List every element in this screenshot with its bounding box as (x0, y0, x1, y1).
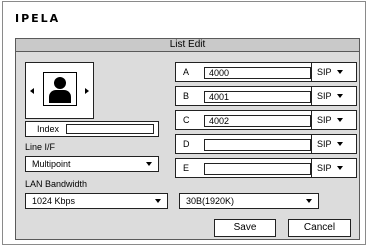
lan-bandwidth-value: 1024 Kbps (32, 196, 76, 206)
entry-number-input[interactable] (204, 139, 311, 151)
chevron-down-icon (336, 94, 343, 98)
person-icon (43, 72, 77, 106)
chevron-down-icon (336, 166, 343, 170)
divider (311, 159, 312, 177)
entry-row-d: D SIP (175, 134, 357, 154)
entry-letter: A (183, 67, 190, 77)
entry-letter: C (183, 115, 190, 125)
divider (311, 87, 312, 105)
resolution-value: 30B(1920K) (186, 196, 235, 206)
line-if-select[interactable]: Multipoint (25, 156, 159, 172)
cancel-button[interactable]: Cancel (288, 219, 351, 237)
entry-number-input[interactable] (204, 163, 311, 175)
divider (311, 135, 312, 153)
protocol-select[interactable]: SIP (317, 138, 343, 150)
window-title: List Edit (15, 38, 360, 52)
chevron-down-icon (146, 162, 152, 166)
entry-row-b: B 4001 SIP (175, 86, 357, 106)
lan-bandwidth-select[interactable]: 1024 Kbps (25, 193, 168, 209)
lan-bandwidth-label: LAN Bandwidth (25, 179, 88, 189)
index-input[interactable] (66, 124, 154, 134)
entry-letter: B (183, 91, 190, 101)
entry-letter: E (183, 163, 190, 173)
line-if-label: Line I/F (25, 142, 56, 152)
resolution-select[interactable]: 30B(1920K) (179, 193, 319, 209)
entry-row-c: C 4002 SIP (175, 110, 357, 130)
entry-letter: D (183, 139, 190, 149)
protocol-select[interactable]: SIP (317, 90, 343, 102)
protocol-select[interactable]: SIP (317, 66, 343, 78)
divider (311, 111, 312, 129)
index-field-group: Index (25, 121, 159, 137)
icon-selector[interactable] (25, 62, 94, 119)
divider (311, 63, 312, 81)
brand-logo: IPELA (15, 12, 61, 25)
entry-number-input[interactable]: 4000 (204, 67, 311, 79)
entry-number-input[interactable]: 4001 (204, 91, 311, 103)
entry-row-e: E SIP (175, 158, 357, 178)
chevron-down-icon (336, 142, 343, 146)
index-label: Index (37, 124, 60, 134)
protocol-select[interactable]: SIP (317, 114, 343, 126)
list-edit-panel: Index Line I/F Multipoint LAN Bandwidth … (15, 52, 360, 240)
save-button[interactable]: Save (214, 219, 276, 237)
protocol-select[interactable]: SIP (317, 162, 343, 174)
entry-row-a: A 4000 SIP (175, 62, 357, 82)
chevron-down-icon (336, 70, 343, 74)
line-if-value: Multipoint (32, 159, 71, 169)
device-screen: IPELA List Edit Index Line I/F Multipoin… (2, 1, 366, 245)
entry-number-input[interactable]: 4002 (204, 115, 311, 127)
arrow-right-icon[interactable] (85, 88, 89, 94)
chevron-down-icon (306, 199, 312, 203)
arrow-left-icon[interactable] (30, 88, 34, 94)
chevron-down-icon (155, 199, 161, 203)
chevron-down-icon (336, 118, 343, 122)
